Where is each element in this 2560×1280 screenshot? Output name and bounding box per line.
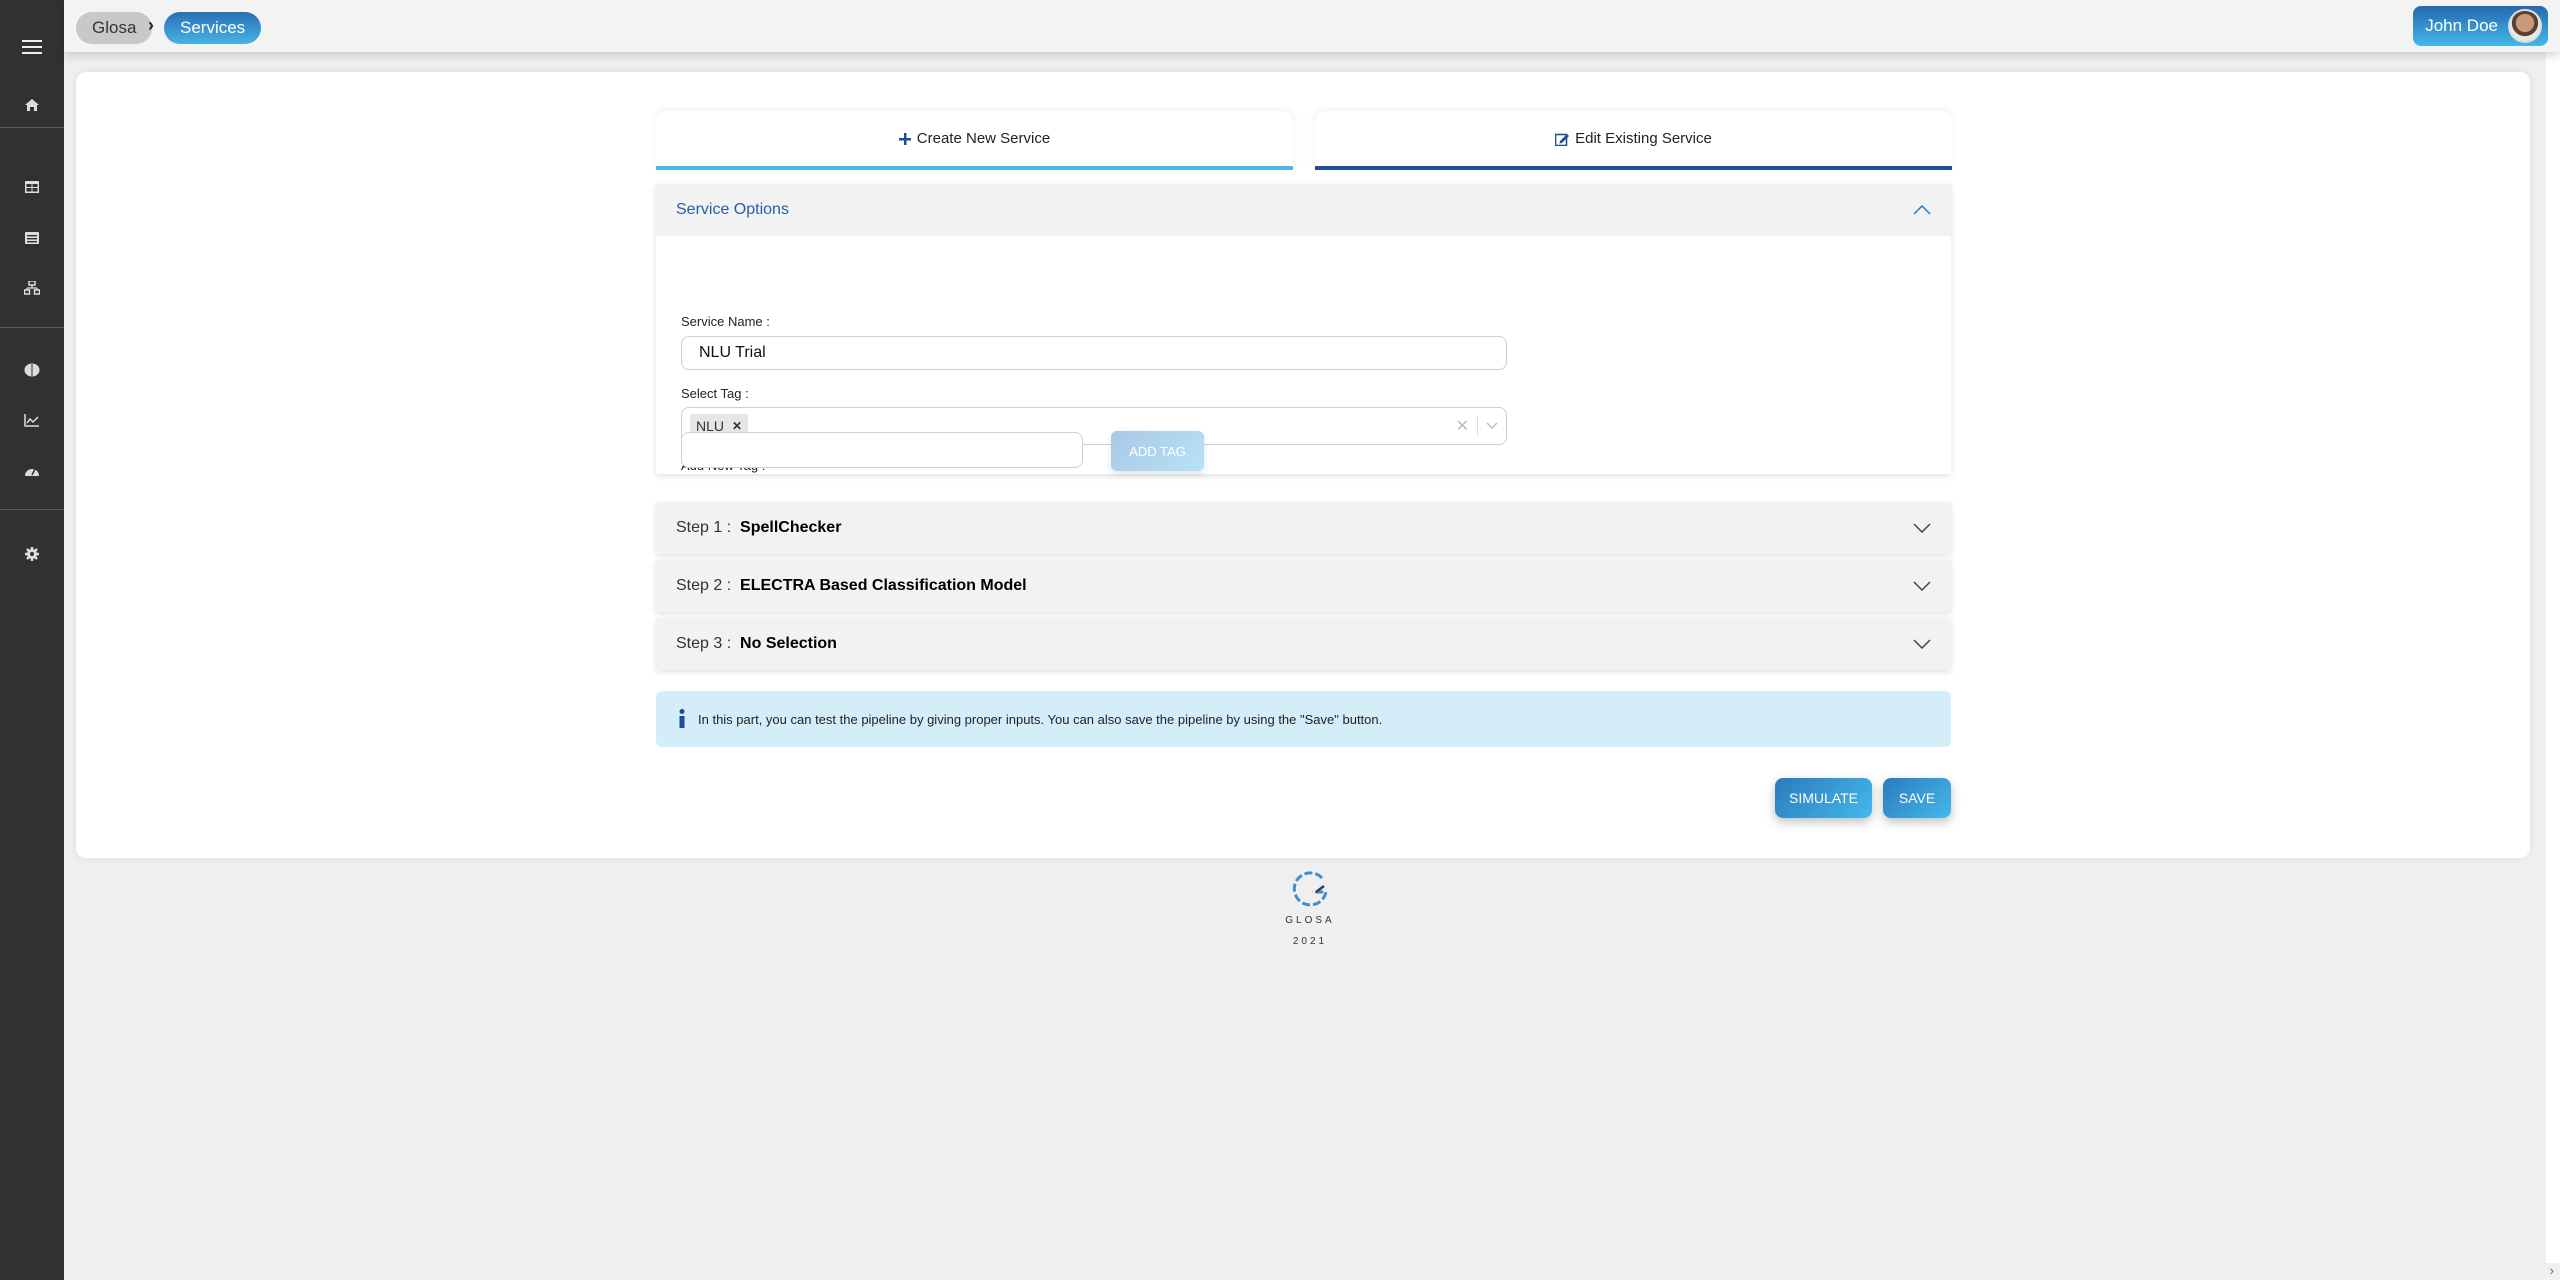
sidebar-item-dashboard[interactable]: [0, 451, 64, 491]
select-indicators: ✕: [1456, 408, 1498, 444]
sidebar-item-sitemap[interactable]: [0, 268, 64, 308]
plus-icon: [898, 132, 911, 145]
chevron-down-icon[interactable]: [1913, 523, 1931, 533]
footer-year: 2021: [1292, 936, 1328, 947]
sidebar-item-settings[interactable]: [0, 534, 64, 574]
chevron-down-icon[interactable]: [1913, 639, 1931, 649]
sidebar-item-table[interactable]: [0, 167, 64, 207]
tab-edit-label: Edit Existing Service: [1575, 130, 1712, 147]
tab-edit-existing-service[interactable]: Edit Existing Service: [1315, 111, 1952, 170]
breadcrumb-separator-icon: ›: [148, 15, 154, 35]
step-2-header[interactable]: Step 2 : ELECTRA Based Classification Mo…: [656, 560, 1951, 612]
service-options-header[interactable]: Service Options: [656, 184, 1951, 236]
chevron-up-icon[interactable]: [1913, 205, 1931, 215]
step-2-name: ELECTRA Based Classification Model: [740, 577, 1027, 594]
breadcrumb-glosa[interactable]: Glosa: [76, 12, 153, 44]
gear-icon: [25, 547, 39, 561]
service-name-input[interactable]: NLU Trial: [681, 336, 1507, 370]
dashboard-icon: [25, 468, 39, 476]
step-3-name: No Selection: [740, 635, 837, 652]
select-tag-label: Select Tag :: [681, 386, 749, 401]
info-alert: In this part, you can test the pipeline …: [656, 691, 1951, 747]
breadcrumb-services[interactable]: Services: [164, 12, 262, 44]
chevron-down-icon[interactable]: [1486, 422, 1498, 430]
glosa-logo-icon: [1292, 871, 1328, 907]
add-new-tag-input[interactable]: [681, 432, 1083, 468]
service-name-label: Service Name :: [681, 314, 770, 329]
sidebar-divider: [0, 509, 64, 510]
indicator-separator: [1477, 416, 1478, 436]
tab-create-new-service[interactable]: Create New Service: [656, 111, 1293, 170]
simulate-button[interactable]: SIMULATE: [1775, 778, 1872, 818]
menu-button[interactable]: [0, 27, 64, 67]
step-1-header[interactable]: Step 1 : SpellChecker: [656, 502, 1951, 554]
brain-icon: [24, 363, 40, 377]
sidebar-item-models[interactable]: [0, 350, 64, 390]
sidebar-item-list[interactable]: [0, 218, 64, 258]
user-menu-button[interactable]: John Doe: [2413, 6, 2548, 46]
list-icon: [25, 232, 39, 244]
chart-line-icon: [24, 413, 39, 427]
step-1-panel: Step 1 : SpellChecker: [656, 502, 1951, 554]
add-tag-button[interactable]: ADD TAG: [1111, 431, 1204, 471]
tab-create-label: Create New Service: [916, 130, 1051, 147]
top-bar: Glosa › Services John Doe: [64, 0, 2560, 52]
chevron-down-icon[interactable]: [1913, 581, 1931, 591]
vertical-scrollbar[interactable]: [2546, 52, 2560, 1263]
sidebar-divider: [0, 127, 64, 128]
step-3-header[interactable]: Step 3 : No Selection: [656, 618, 1951, 670]
footer-brand: GLOSA: [1285, 915, 1335, 926]
sidebar-divider: [0, 327, 64, 328]
sitemap-icon: [24, 281, 40, 295]
step-3-title: Step 3 : No Selection: [676, 635, 837, 652]
step-2-panel: Step 2 : ELECTRA Based Classification Mo…: [656, 560, 1951, 612]
step-3-panel: Step 3 : No Selection: [656, 618, 1951, 670]
sidebar: [0, 0, 64, 1280]
user-name: John Doe: [2425, 16, 2498, 35]
sidebar-item-analytics[interactable]: [0, 400, 64, 440]
home-icon: [25, 99, 39, 111]
avatar: [2508, 9, 2542, 43]
table-icon: [25, 181, 39, 193]
sidebar-item-home[interactable]: [0, 85, 64, 125]
step-1-title: Step 1 : SpellChecker: [676, 519, 842, 536]
info-icon: [679, 709, 685, 728]
remove-tag-icon[interactable]: ✕: [732, 419, 742, 433]
clear-icon[interactable]: ✕: [1456, 416, 1469, 436]
edit-icon: [1555, 133, 1570, 146]
service-options-title: Service Options: [676, 201, 789, 218]
horizontal-scrollbar[interactable]: ›: [64, 1263, 2560, 1280]
footer-logo: GLOSA 2021: [1270, 870, 1350, 947]
step-1-name: SpellChecker: [740, 519, 842, 536]
save-button[interactable]: SAVE: [1883, 778, 1951, 818]
scroll-right-icon[interactable]: ›: [2550, 1263, 2554, 1278]
service-options-panel: Service Options Service Name : NLU Trial…: [656, 184, 1951, 474]
info-text: In this part, you can test the pipeline …: [698, 711, 1383, 727]
menu-icon: [22, 40, 42, 54]
step-2-title: Step 2 : ELECTRA Based Classification Mo…: [676, 577, 1027, 594]
